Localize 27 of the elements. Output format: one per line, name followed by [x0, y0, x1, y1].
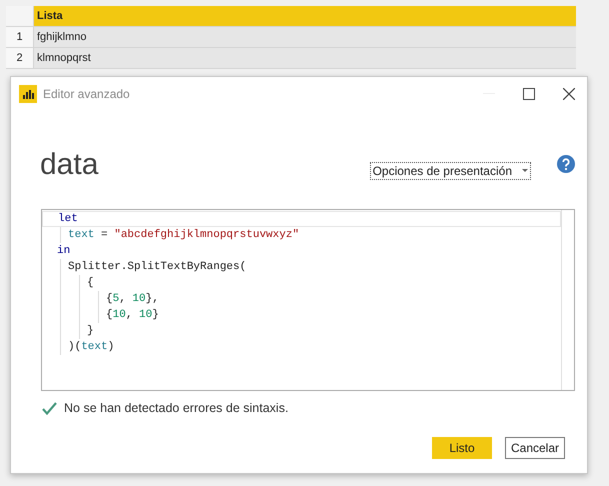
row-number: 1 [6, 27, 34, 47]
table-corner-cell[interactable] [6, 6, 34, 26]
app-logo-icon [19, 84, 37, 102]
query-name: data [40, 148, 100, 182]
close-icon[interactable] [563, 88, 575, 100]
syntax-status-text: No se han detectado errores de sintaxis. [64, 401, 288, 415]
table-cell: fghijklmno [34, 27, 576, 47]
row-number: 2 [6, 48, 34, 68]
code-line: )(text) [67, 340, 116, 355]
code-line: } [86, 324, 95, 339]
window-title: Editor avanzado [43, 86, 131, 100]
code-line: {10, 10} [105, 308, 160, 323]
table-cell: klmnopqrst [34, 48, 576, 68]
column-header[interactable]: Lista [34, 6, 576, 26]
checkmark-icon [42, 402, 57, 414]
code-line: Splitter.SplitTextByRanges( [67, 260, 248, 275]
code-line: { [86, 276, 95, 291]
display-options-dropdown[interactable]: Opciones de presentación [370, 162, 531, 180]
caret-icon [522, 169, 528, 173]
cancel-button[interactable]: Cancelar [505, 437, 565, 459]
code-line: {5, 10}, [105, 292, 160, 307]
help-icon[interactable] [557, 155, 575, 173]
code-line: in [56, 244, 72, 259]
done-button[interactable]: Listo [432, 437, 492, 459]
code-editor[interactable]: let text = "abcdefghijklmnopqrstuvwxyz" in Splitter.SplitTextByRanges( { {5, 10}, {10, 10} } )(text) [41, 209, 575, 391]
code-line: text = "abcdefghijklmnopqrstuvwxyz" [67, 228, 300, 243]
maximize-icon[interactable] [523, 88, 535, 100]
